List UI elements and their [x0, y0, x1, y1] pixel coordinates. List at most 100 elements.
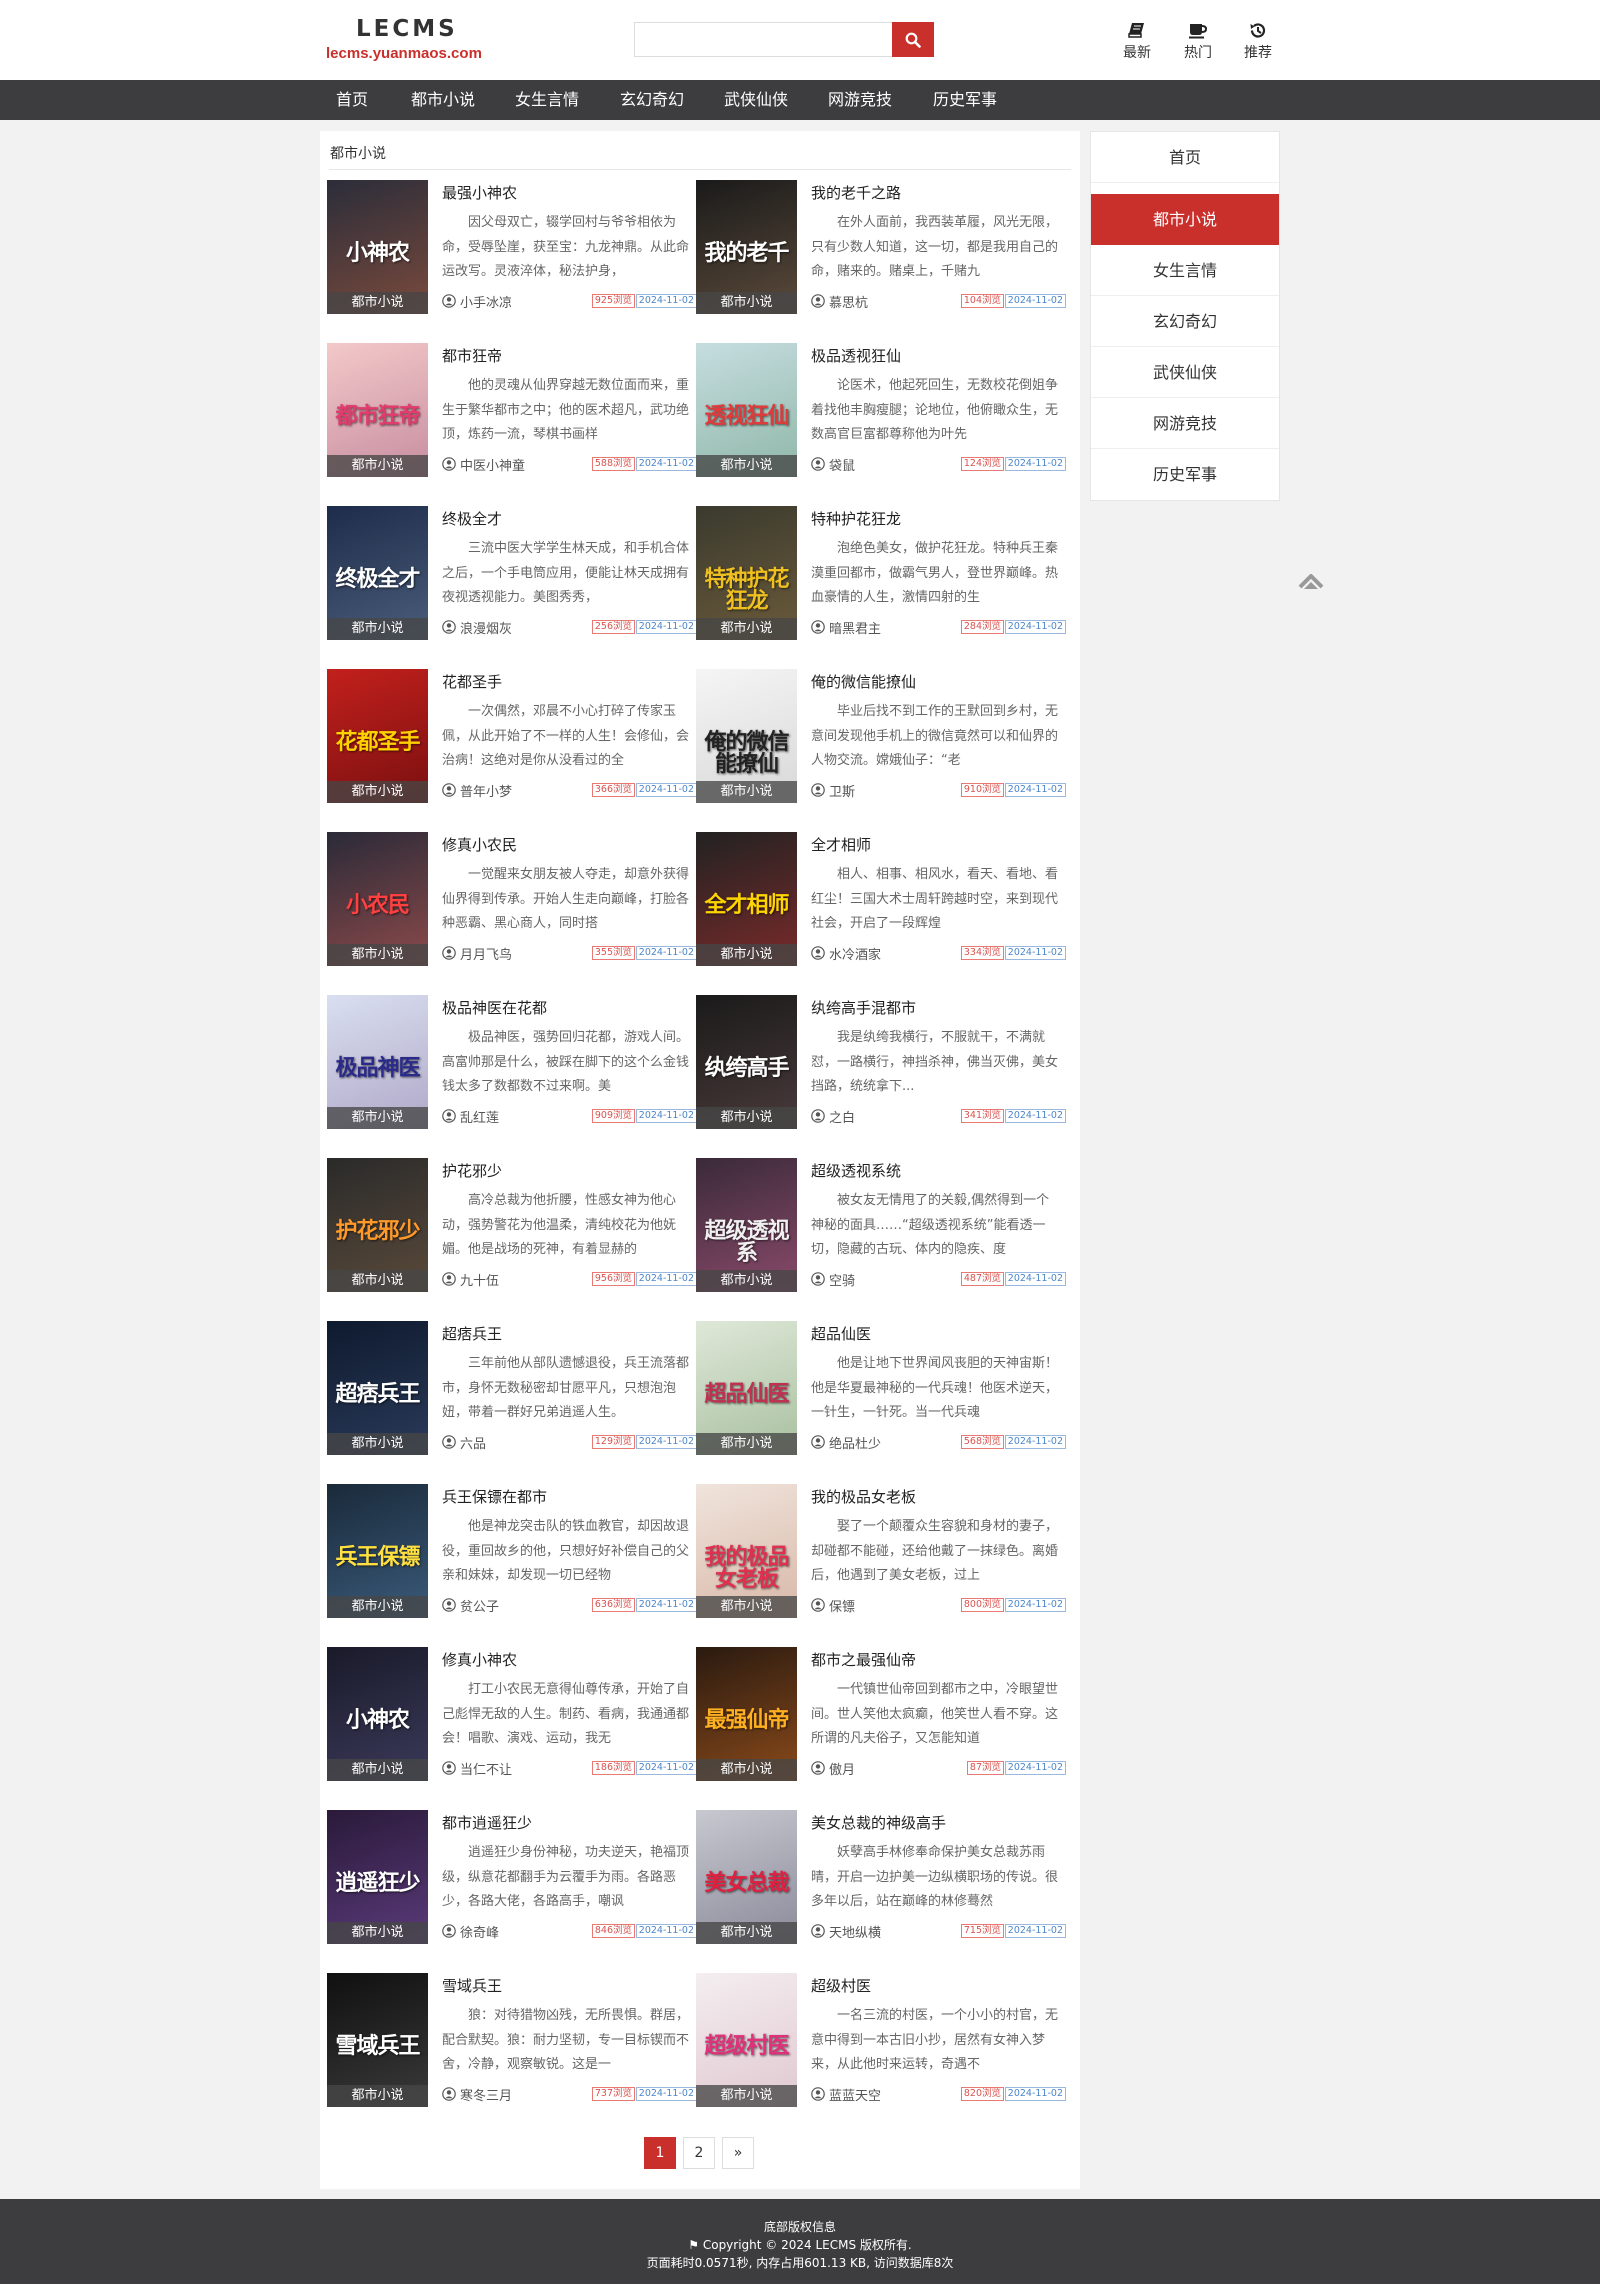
book-cover[interactable]: 超痞兵王 都市小说 — [327, 1321, 428, 1455]
cover-category-label: 都市小说 — [327, 1922, 428, 1944]
book-title-link[interactable]: 俺的微信能撩仙 — [811, 671, 916, 692]
sidebar-item-urban[interactable]: 都市小说 — [1091, 194, 1279, 245]
footer-title: 底部版权信息 — [763, 2220, 836, 2234]
book-cover[interactable]: 逍遥狂少 都市小说 — [327, 1810, 428, 1944]
search-button[interactable] — [892, 22, 934, 57]
book-cover[interactable]: 透视狂仙 都市小说 — [696, 343, 797, 477]
view-count-badge: 355浏览 — [591, 946, 635, 960]
breadcrumb: 都市小说 — [330, 146, 386, 162]
cover-title: 俺的微信能撩仙 — [704, 729, 789, 777]
book-title-link[interactable]: 极品神医在花都 — [442, 997, 547, 1018]
book-title-link[interactable]: 雪域兵王 — [442, 1975, 502, 1996]
book-cover[interactable]: 俺的微信能撩仙 都市小说 — [696, 669, 797, 803]
book-title-link[interactable]: 超级透视系统 — [811, 1160, 901, 1181]
book-title-link[interactable]: 特种护花狂龙 — [811, 508, 901, 529]
sidebar-item-history[interactable]: 历史军事 — [1091, 449, 1279, 500]
hot-link[interactable]: 热门 — [1173, 22, 1223, 62]
book-description: 一代镇世仙帝回到都市之中，冷眼望世间。世人笑他太疯癫，他笑世人看不穿。这所谓的凡… — [811, 1682, 1059, 1746]
book-title-link[interactable]: 都市狂帝 — [442, 345, 502, 366]
book-title-link[interactable]: 终极全才 — [442, 508, 502, 529]
view-count-badge: 925浏览 — [591, 294, 635, 308]
recommend-link[interactable]: 推荐 — [1233, 22, 1283, 62]
book-cover[interactable]: 小神农 都市小说 — [327, 1647, 428, 1781]
nav-item-romance[interactable]: 女生言情 — [515, 80, 579, 120]
nav-item-fantasy[interactable]: 玄幻奇幻 — [620, 80, 684, 120]
sidebar-item-wuxia[interactable]: 武侠仙侠 — [1091, 347, 1279, 398]
book-cover[interactable]: 小神农 都市小说 — [327, 180, 428, 314]
book-cover[interactable]: 雪域兵王 都市小说 — [327, 1973, 428, 2107]
date-badge: 2024-11-02 — [1004, 1109, 1066, 1123]
book-title-link[interactable]: 都市之最强仙帝 — [811, 1649, 916, 1670]
book-title-link[interactable]: 超品仙医 — [811, 1323, 871, 1344]
nav-item-wuxia[interactable]: 武侠仙侠 — [724, 80, 788, 120]
sidebar-item-home[interactable]: 首页 — [1091, 132, 1279, 183]
book-cover[interactable]: 我的老千 都市小说 — [696, 180, 797, 314]
book-title-link[interactable]: 超级村医 — [811, 1975, 871, 1996]
coffee-icon — [1189, 24, 1208, 39]
book-title-link[interactable]: 修真小神农 — [442, 1649, 517, 1670]
book-cover[interactable]: 护花邪少 都市小说 — [327, 1158, 428, 1292]
footer-stats: 页面耗时0.0571秒, 内存占用601.13 KB, 访问数据库8次 — [646, 2256, 954, 2270]
cover-category-label: 都市小说 — [327, 1596, 428, 1618]
site-header: LECMS lecms.yuanmaos.com 最新 热门 推荐 — [0, 0, 1600, 80]
book-card: 我的老千 都市小说 我的老千之路 在外人面前，我西装革履，风光无限，只有少数人知道，这… — [696, 180, 1066, 320]
book-cover[interactable]: 全才相师 都市小说 — [696, 832, 797, 966]
date-badge: 2024-11-02 — [635, 1761, 697, 1775]
book-cover[interactable]: 超级透视系 都市小说 — [696, 1158, 797, 1292]
page-1-button[interactable]: 1 — [644, 2137, 676, 2169]
book-cover[interactable]: 超品仙医 都市小说 — [696, 1321, 797, 1455]
book-cover[interactable]: 特种护花狂龙 都市小说 — [696, 506, 797, 640]
book-title-link[interactable]: 修真小农民 — [442, 834, 517, 855]
user-icon — [811, 1761, 825, 1775]
book-cover[interactable]: 兵王保镖 都市小说 — [327, 1484, 428, 1618]
book-title-link[interactable]: 美女总裁的神级高手 — [811, 1812, 946, 1833]
book-title-link[interactable]: 兵王保镖在都市 — [442, 1486, 547, 1507]
date-badge: 2024-11-02 — [1004, 1761, 1066, 1775]
sidebar-item-romance[interactable]: 女生言情 — [1091, 245, 1279, 296]
back-to-top-button[interactable] — [1298, 570, 1324, 594]
book-cover[interactable]: 极品神医 都市小说 — [327, 995, 428, 1129]
book-cover[interactable]: 超级村医 都市小说 — [696, 1973, 797, 2107]
date-badge: 2024-11-02 — [635, 783, 697, 797]
user-icon — [811, 294, 825, 308]
user-icon — [811, 620, 825, 634]
book-title-link[interactable]: 都市逍遥狂少 — [442, 1812, 532, 1833]
book-cover[interactable]: 我的极品女老板 都市小说 — [696, 1484, 797, 1618]
cover-title: 超痞兵王 — [335, 1381, 420, 1407]
nav-item-home[interactable]: 首页 — [336, 80, 368, 120]
book-cover[interactable]: 最强仙帝 都市小说 — [696, 1647, 797, 1781]
book-title-link[interactable]: 我的老千之路 — [811, 182, 901, 203]
book-cover[interactable]: 都市狂帝 都市小说 — [327, 343, 428, 477]
nav-item-urban[interactable]: 都市小说 — [411, 80, 475, 120]
book-cover[interactable]: 美女总裁 都市小说 — [696, 1810, 797, 1944]
book-cover[interactable]: 花都圣手 都市小说 — [327, 669, 428, 803]
book-cover[interactable]: 纨绔高手 都市小说 — [696, 995, 797, 1129]
cover-title: 我的老千 — [704, 240, 789, 266]
book-card: 小神农 都市小说 最强小神农 因父母双亡，辍学回村与爷爷相依为命，受辱坠崖，获至宝：九… — [327, 180, 697, 320]
book-title-link[interactable]: 最强小神农 — [442, 182, 517, 203]
page-2-button[interactable]: 2 — [683, 2137, 715, 2169]
cover-title: 护花邪少 — [335, 1218, 420, 1244]
sidebar-item-games[interactable]: 网游竞技 — [1091, 398, 1279, 449]
sidebar-item-fantasy[interactable]: 玄幻奇幻 — [1091, 296, 1279, 347]
latest-link[interactable]: 最新 — [1112, 22, 1162, 62]
book-meta: 乱红莲 909浏览 2024-11-02 — [442, 1108, 697, 1126]
book-title-link[interactable]: 全才相师 — [811, 834, 871, 855]
next-page-button[interactable]: » — [722, 2137, 754, 2169]
nav-item-history[interactable]: 历史军事 — [933, 80, 997, 120]
search-icon — [905, 32, 921, 48]
book-title-link[interactable]: 超痞兵王 — [442, 1323, 502, 1344]
book-card: 小神农 都市小说 修真小神农 打工小农民无意得仙尊传承，开始了自己彪悍无敌的人生。制药… — [327, 1647, 697, 1787]
history-icon — [1250, 23, 1266, 38]
nav-item-games[interactable]: 网游竞技 — [828, 80, 892, 120]
book-card: 小农民 都市小说 修真小农民 一觉醒来女朋友被人夺走，却意外获得仙界得到传承。开始人生… — [327, 832, 697, 972]
book-title-link[interactable]: 极品透视狂仙 — [811, 345, 901, 366]
book-title-link[interactable]: 花都圣手 — [442, 671, 502, 692]
book-cover[interactable]: 终极全才 都市小说 — [327, 506, 428, 640]
book-cover[interactable]: 小农民 都市小说 — [327, 832, 428, 966]
search-input[interactable] — [634, 22, 892, 57]
book-title-link[interactable]: 我的极品女老板 — [811, 1486, 916, 1507]
book-title-link[interactable]: 纨绔高手混都市 — [811, 997, 916, 1018]
book-title-link[interactable]: 护花邪少 — [442, 1160, 502, 1181]
book-description: 他是让地下世界闻风丧胆的天神宙斯！他是华夏最神秘的一代兵魂！他医术逆天，一针生，… — [811, 1356, 1059, 1420]
